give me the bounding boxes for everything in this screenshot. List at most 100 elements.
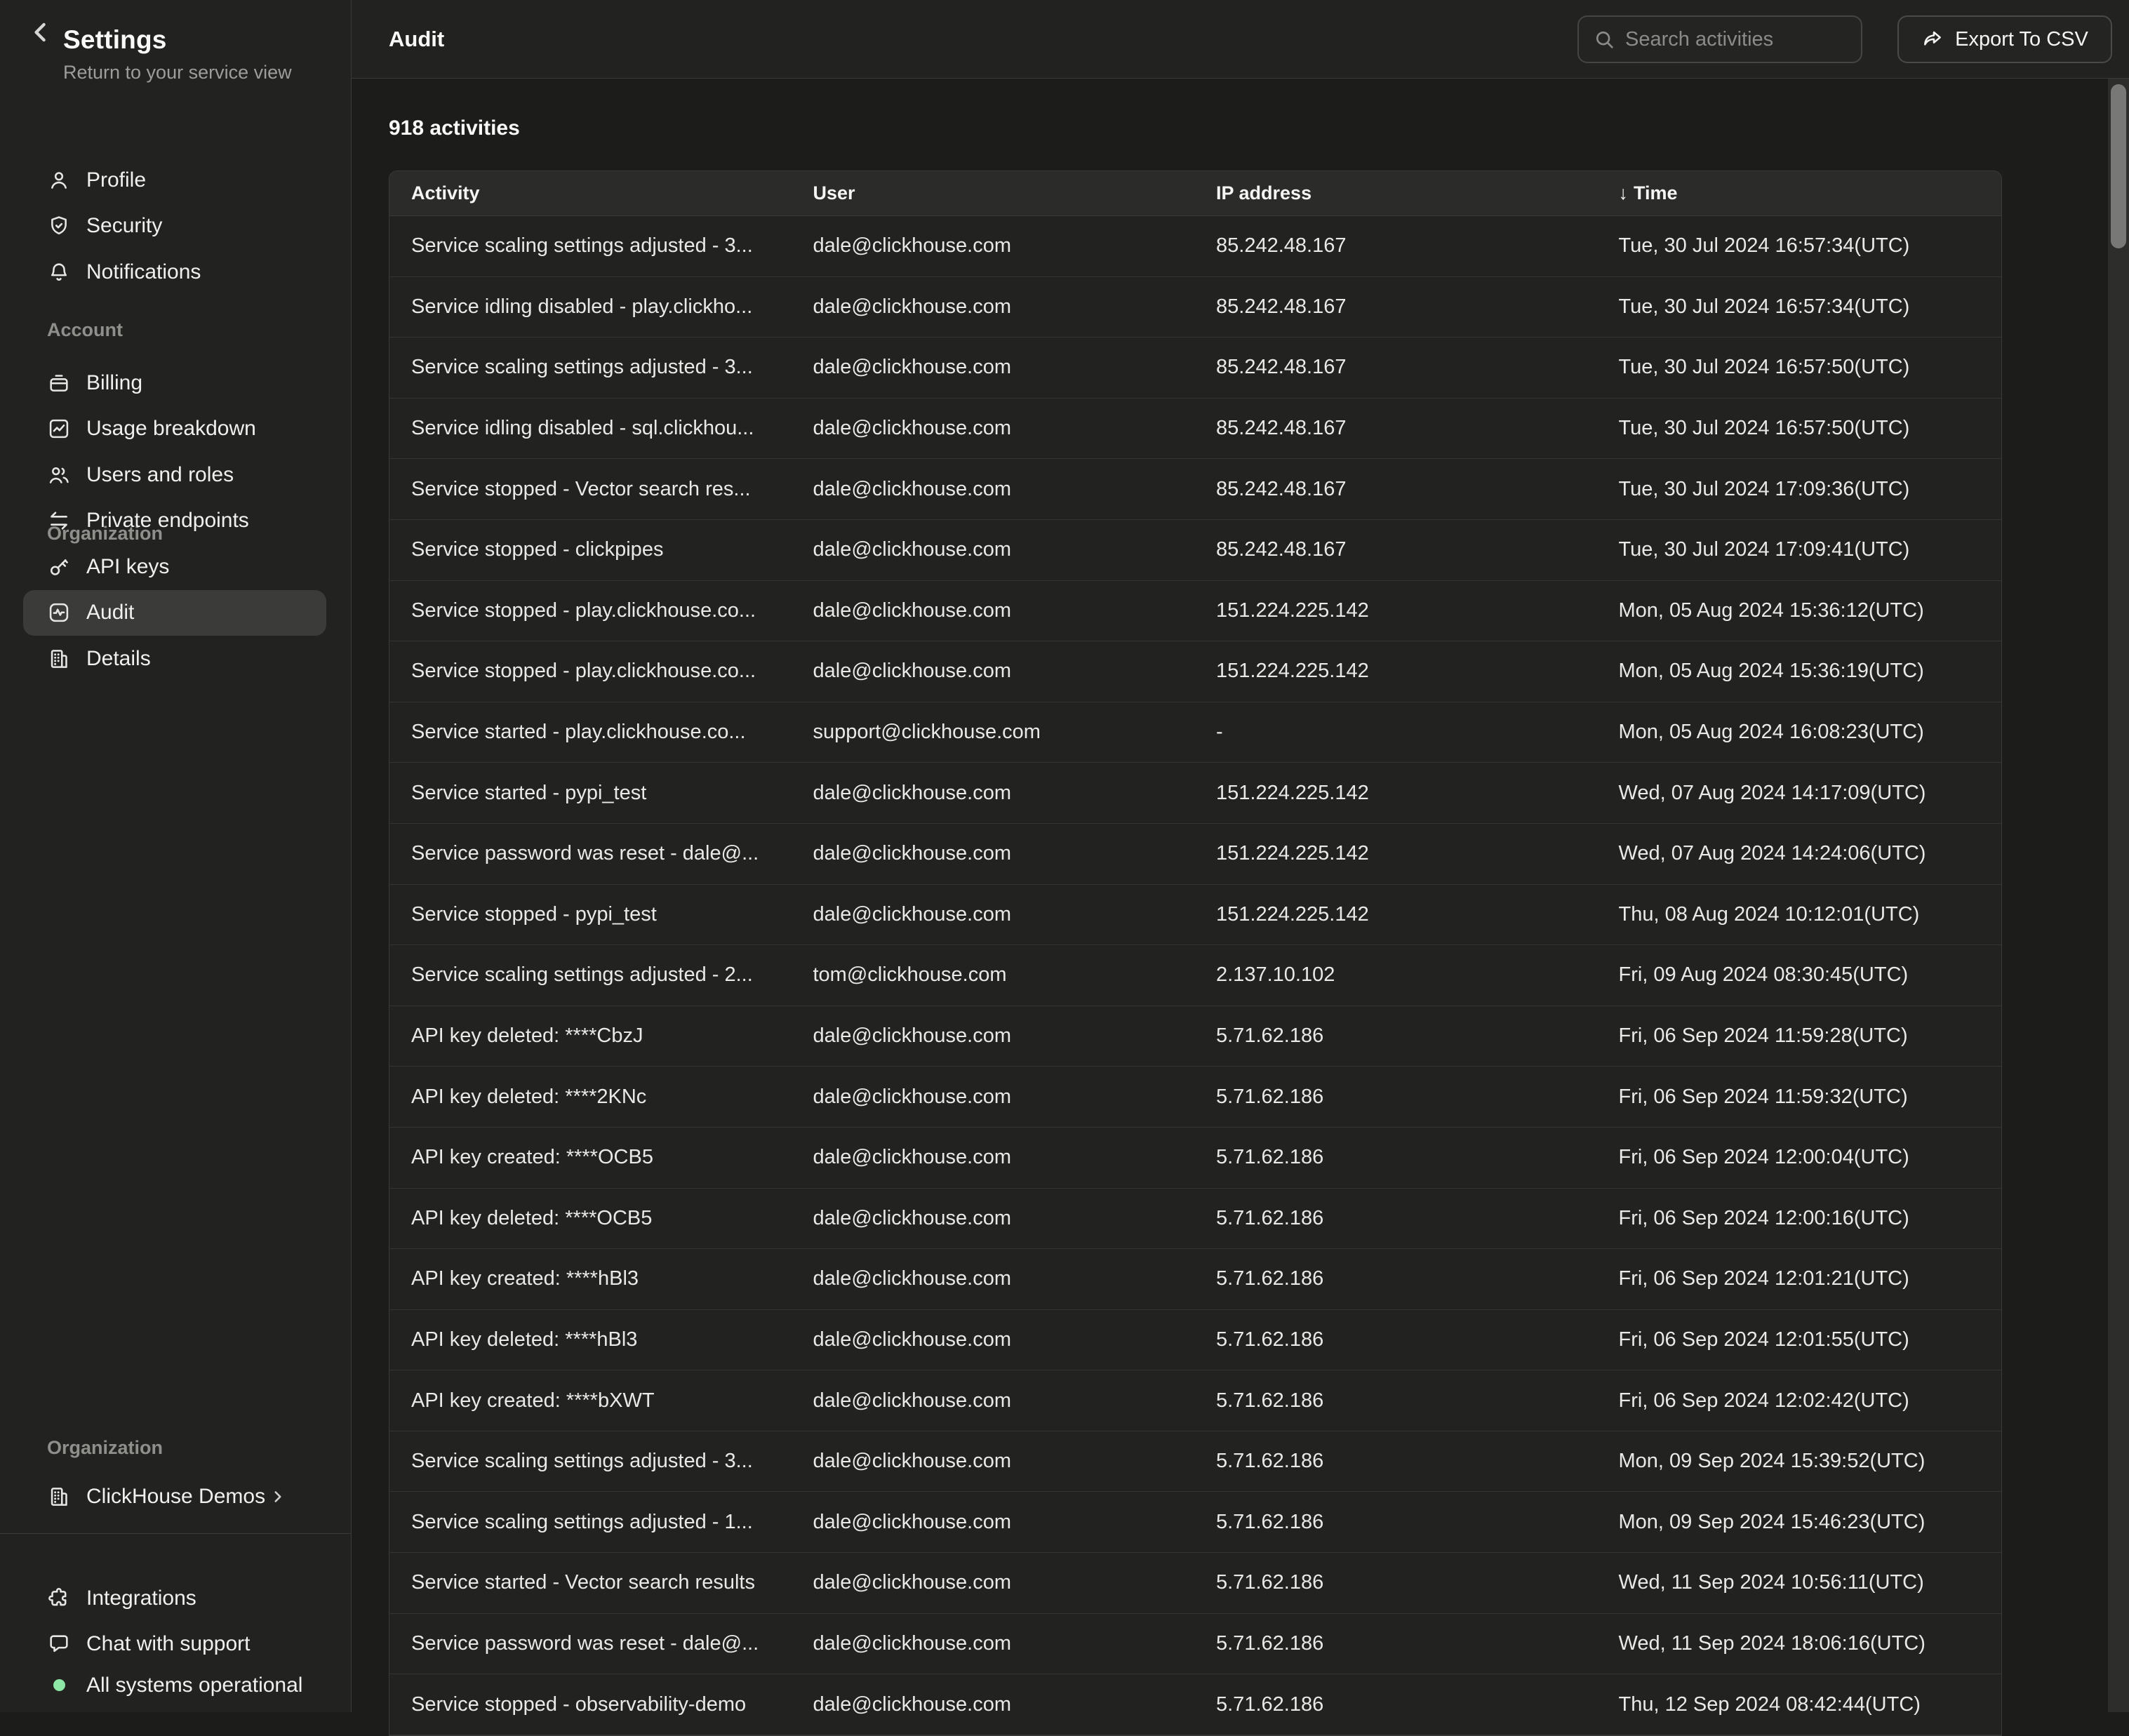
user-cell: dale@clickhouse.com <box>792 295 1195 319</box>
user-cell: dale@clickhouse.com <box>792 1024 1195 1048</box>
sidebar-item-label: Integrations <box>86 1587 196 1610</box>
table-row[interactable]: Service password was reset - dale@...dal… <box>389 824 2001 885</box>
org-name: ClickHouse Demos <box>86 1485 265 1509</box>
usage-chart-icon <box>47 417 71 441</box>
user-cell: dale@clickhouse.com <box>792 538 1195 561</box>
column-header-activity[interactable]: Activity <box>389 182 792 204</box>
search-icon <box>1593 28 1615 51</box>
table-row[interactable]: Service stopped - play.clickhouse.co...d… <box>389 641 2001 702</box>
user-cell: dale@clickhouse.com <box>792 1571 1195 1594</box>
table-row[interactable]: API key created: ****bXWTdale@clickhouse… <box>389 1370 2001 1431</box>
sidebar-item-details[interactable]: Details <box>23 636 326 682</box>
sidebar-item-users-and-roles[interactable]: Users and roles <box>23 452 326 498</box>
scrollbar-thumb[interactable] <box>2111 84 2126 248</box>
sidebar-item-profile[interactable]: Profile <box>23 157 326 203</box>
table-row[interactable]: Service idling disabled - play.clickho..… <box>389 277 2001 338</box>
back-button[interactable] <box>25 17 56 48</box>
table-row[interactable]: API key deleted: ****OCB5dale@clickhouse… <box>389 1189 2001 1250</box>
user-cell: dale@clickhouse.com <box>792 1328 1195 1351</box>
table-row[interactable]: Service scaling settings adjusted - 3...… <box>389 338 2001 399</box>
sidebar-item-billing[interactable]: Billing <box>23 360 326 406</box>
sidebar-item-label: Audit <box>86 601 134 625</box>
user-cell: support@clickhouse.com <box>792 721 1195 744</box>
activity-cell: Service idling disabled - sql.clickhou..… <box>389 417 792 440</box>
sidebar-item-integrations[interactable]: Integrations <box>23 1575 326 1622</box>
table-row[interactable]: Service stopped - observability-demodale… <box>389 1674 2001 1735</box>
chevron-left-icon <box>25 17 56 48</box>
sidebar-item-usage-breakdown[interactable]: Usage breakdown <box>23 406 326 453</box>
ip-cell: 5.71.62.186 <box>1194 1207 1597 1230</box>
activity-cell: API key created: ****bXWT <box>389 1389 792 1413</box>
activity-cell: Service idling disabled - play.clickho..… <box>389 295 792 319</box>
column-header-ip[interactable]: IP address <box>1194 182 1597 204</box>
time-cell: Tue, 30 Jul 2024 17:09:36(UTC) <box>1597 478 2002 501</box>
table-row[interactable]: Service stopped - Vector search res...da… <box>389 459 2001 520</box>
time-cell: Mon, 05 Aug 2024 15:36:19(UTC) <box>1597 660 2002 683</box>
ip-cell: 85.242.48.167 <box>1194 478 1597 501</box>
activity-cell: Service scaling settings adjusted - 2... <box>389 963 792 987</box>
time-cell: Fri, 06 Sep 2024 12:00:16(UTC) <box>1597 1207 2002 1230</box>
ip-cell: 5.71.62.186 <box>1194 1511 1597 1534</box>
scrollbar-track[interactable] <box>2108 79 2129 1712</box>
table-row[interactable]: Service scaling settings adjusted - 3...… <box>389 1431 2001 1493</box>
export-csv-label: Export To CSV <box>1955 28 2088 51</box>
sidebar-item-security[interactable]: Security <box>23 203 326 250</box>
table-row[interactable]: API key created: ****hBl3dale@clickhouse… <box>389 1249 2001 1310</box>
table-row[interactable]: Service scaling settings adjusted - 1...… <box>389 1492 2001 1553</box>
system-status-item[interactable]: All systems operational <box>23 1662 326 1709</box>
user-cell: dale@clickhouse.com <box>792 1632 1195 1655</box>
table-row[interactable]: API key deleted: ****CbzJdale@clickhouse… <box>389 1006 2001 1067</box>
table-row[interactable]: Service started - pypi_testdale@clickhou… <box>389 763 2001 824</box>
sidebar-item-private-endpoints[interactable]: Private endpoints <box>23 498 326 545</box>
user-icon <box>47 168 71 192</box>
user-cell: dale@clickhouse.com <box>792 1693 1195 1716</box>
user-cell: tom@clickhouse.com <box>792 963 1195 987</box>
puzzle-icon <box>47 1587 71 1610</box>
time-cell: Fri, 06 Sep 2024 12:02:42(UTC) <box>1597 1389 2002 1413</box>
sidebar-item-label: Security <box>86 214 162 238</box>
search-input[interactable] <box>1625 28 1847 51</box>
table-row[interactable]: Service stopped - play.clickhouse.co...d… <box>389 581 2001 642</box>
ip-cell: 5.71.62.186 <box>1194 1389 1597 1413</box>
activity-cell: Service scaling settings adjusted - 3... <box>389 1450 792 1473</box>
table-row[interactable]: API key created: ****OCB5dale@clickhouse… <box>389 1128 2001 1189</box>
settings-sidebar: Settings Return to your service view Acc… <box>0 0 352 1712</box>
table-row[interactable]: Service stopped - pypi_testdale@clickhou… <box>389 885 2001 946</box>
ip-cell: 85.242.48.167 <box>1194 538 1597 561</box>
column-header-user[interactable]: User <box>792 182 1195 204</box>
user-cell: dale@clickhouse.com <box>792 1267 1195 1290</box>
sidebar-item-label: Notifications <box>86 260 201 284</box>
table-row[interactable]: Service stopped - clickpipesdale@clickho… <box>389 520 2001 581</box>
chat-bubble-icon <box>47 1632 71 1656</box>
column-header-time[interactable]: ↓Time <box>1597 182 2002 204</box>
table-row[interactable]: Service password was reset - dale@...dal… <box>389 1614 2001 1675</box>
org-switcher-item[interactable]: ClickHouse Demos <box>23 1474 326 1520</box>
sidebar-item-label: Profile <box>86 168 146 192</box>
time-cell: Fri, 06 Sep 2024 11:59:32(UTC) <box>1597 1086 2002 1109</box>
time-cell: Fri, 06 Sep 2024 11:59:28(UTC) <box>1597 1024 2002 1048</box>
sidebar-item-label: Chat with support <box>86 1632 250 1656</box>
table-row[interactable]: Service started - Vector search resultsd… <box>389 1553 2001 1614</box>
table-row[interactable]: Service started - play.clickhouse.co...s… <box>389 702 2001 763</box>
time-cell: Wed, 11 Sep 2024 10:56:11(UTC) <box>1597 1571 2002 1594</box>
activity-cell: Service started - pypi_test <box>389 782 792 805</box>
sidebar-item-notifications[interactable]: Notifications <box>23 249 326 295</box>
sidebar-item-audit[interactable]: Audit <box>23 590 326 636</box>
table-row[interactable]: API key deleted: ****2KNcdale@clickhouse… <box>389 1067 2001 1128</box>
ip-cell: 5.71.62.186 <box>1194 1450 1597 1473</box>
time-cell: Wed, 11 Sep 2024 18:06:16(UTC) <box>1597 1632 2002 1655</box>
sidebar-item-api-keys[interactable]: API keys <box>23 544 326 590</box>
time-cell: Mon, 05 Aug 2024 16:08:23(UTC) <box>1597 721 2002 744</box>
activity-cell: Service started - play.clickhouse.co... <box>389 721 792 744</box>
table-row[interactable]: Service scaling settings adjusted - 3...… <box>389 216 2001 277</box>
export-csv-button[interactable]: Export To CSV <box>1897 15 2112 63</box>
table-body: Service scaling settings adjusted - 3...… <box>389 216 2001 1735</box>
sidebar-item-label: Usage breakdown <box>86 417 256 441</box>
activity-cell: Service password was reset - dale@... <box>389 842 792 865</box>
ip-cell: 5.71.62.186 <box>1194 1086 1597 1109</box>
sidebar-subtitle: Return to your service view <box>63 62 292 84</box>
table-row[interactable]: Service idling disabled - sql.clickhou..… <box>389 399 2001 460</box>
table-row[interactable]: Service scaling settings adjusted - 2...… <box>389 945 2001 1006</box>
table-row[interactable]: API key deleted: ****hBl3dale@clickhouse… <box>389 1310 2001 1371</box>
sidebar-item-chat-with-support[interactable]: Chat with support <box>23 1622 326 1668</box>
